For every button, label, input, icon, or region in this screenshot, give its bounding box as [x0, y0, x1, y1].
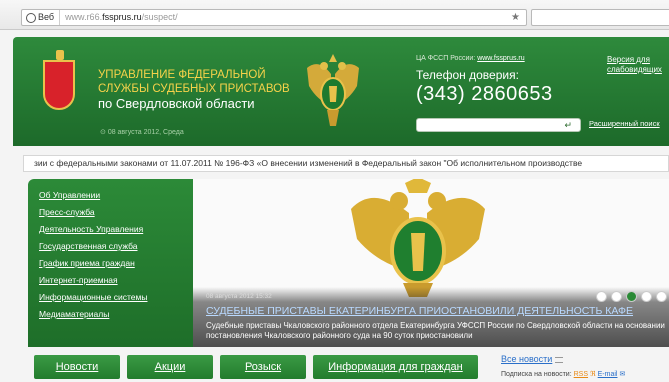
sidebar-item-activity[interactable]: Деятельность Управления	[39, 221, 193, 238]
accessibility-link-line-1: Версия для	[607, 55, 650, 64]
main-content: Об Управлении Пресс-служба Деятельность …	[28, 179, 669, 347]
search-mode-label[interactable]: Веб	[22, 10, 61, 25]
tab-wanted[interactable]: Розыск	[220, 355, 306, 379]
address-bar[interactable]: Веб www.r66.fssprus.ru/suspect/ ★	[21, 9, 527, 26]
subscription-line: Подписка на новости: RSS ℜ E-mail ✉	[501, 370, 625, 378]
hotline-phone: (343) 2860653	[416, 83, 553, 105]
slide-summary: Судебные приставы Чкаловского районного …	[206, 321, 665, 340]
region-crest-icon	[43, 50, 75, 110]
slider-dot-5[interactable]	[656, 291, 667, 302]
org-line-1: УПРАВЛЕНИЕ ФЕДЕРАЛЬНОЙ	[98, 69, 266, 81]
sidebar-menu: Об Управлении Пресс-служба Деятельность …	[28, 179, 193, 347]
slider-dot-2[interactable]	[611, 291, 622, 302]
slider-dot-3[interactable]	[626, 291, 637, 302]
all-news-label: Все новости	[501, 354, 553, 364]
email-link[interactable]: E-mail	[598, 371, 618, 378]
tab-news[interactable]: Новости	[34, 355, 120, 379]
central-office-link[interactable]: www.fssprus.ru	[477, 55, 524, 62]
url-host: fssprus.ru	[102, 12, 142, 22]
sidebar-item-info-systems[interactable]: Информационные системы	[39, 289, 193, 306]
sidebar-item-reception-schedule[interactable]: График приема граждан	[39, 255, 193, 272]
subscribe-label: Подписка на новости:	[501, 371, 572, 378]
sidebar-item-media[interactable]: Медиаматериалы	[39, 306, 193, 323]
tab-citizen-info[interactable]: Информация для граждан	[313, 355, 478, 379]
slide-title-link[interactable]: СУДЕБНЫЕ ПРИСТАВЫ ЕКАТЕРИНБУРГА ПРИОСТАН…	[206, 305, 633, 317]
current-date: ⊙ 08 августа 2012, Среда	[100, 129, 184, 136]
fssp-emblem-icon	[307, 54, 359, 126]
advanced-search-link[interactable]: Расширенный поиск	[589, 119, 660, 128]
accessibility-version-link[interactable]: Версия для слабовидящих	[607, 55, 662, 75]
site-search-input[interactable]: ↵	[416, 118, 581, 132]
sidebar-item-civil-service[interactable]: Государственная служба	[39, 238, 193, 255]
organization-title[interactable]: УПРАВЛЕНИЕ ФЕДЕРАЛЬНОЙ СЛУЖБЫ СУДЕБНЫХ П…	[98, 68, 290, 112]
browser-search-box[interactable]	[531, 9, 669, 26]
news-slider[interactable]: 08 августа 2012 15:32 СУДЕБНЫЕ ПРИСТАВЫ …	[193, 179, 669, 347]
search-submit-icon[interactable]: ↵	[564, 120, 572, 130]
list-icon	[555, 356, 564, 363]
hotline-block: ЦА ФССП России: www.fssprus.ru Телефон д…	[416, 55, 553, 106]
org-line-2: СЛУЖБЫ СУДЕБНЫХ ПРИСТАВОВ	[98, 83, 290, 95]
rss-icon: ℜ	[589, 371, 596, 378]
slide-date: 08 августа 2012 15:32	[206, 293, 272, 300]
slider-dot-4[interactable]	[641, 291, 652, 302]
eagle-emblem-icon	[351, 179, 485, 297]
site-header: УПРАВЛЕНИЕ ФЕДЕРАЛЬНОЙ СЛУЖБЫ СУДЕБНЫХ П…	[13, 37, 669, 146]
sidebar-item-internet-reception[interactable]: Интернет-приемная	[39, 272, 193, 289]
rss-link[interactable]: RSS	[574, 371, 588, 378]
central-office-line: ЦА ФССП России: www.fssprus.ru	[416, 55, 553, 62]
bottom-tabs-bar: Новости Акции Розыск Информация для граж…	[28, 350, 669, 382]
tab-actions[interactable]: Акции	[127, 355, 213, 379]
news-ticker[interactable]: зии с федеральными законами от 11.07.201…	[23, 155, 669, 172]
slider-dot-1[interactable]	[596, 291, 607, 302]
slider-pagination	[596, 291, 667, 302]
url-path: /suspect/	[141, 12, 178, 22]
browser-toolbar: Веб www.r66.fssprus.ru/suspect/ ★	[0, 0, 669, 30]
org-line-3: по Свердловской области	[98, 96, 255, 111]
sidebar-item-press[interactable]: Пресс-служба	[39, 204, 193, 221]
mail-icon: ✉	[619, 371, 626, 378]
current-date-text: 08 августа 2012, Среда	[107, 129, 184, 136]
url-text[interactable]: www.r66.fssprus.ru/suspect/	[60, 12, 178, 22]
all-news-link[interactable]: Все новости	[501, 354, 564, 364]
accessibility-link-line-2: слабовидящих	[607, 65, 662, 74]
bookmark-star-icon[interactable]: ★	[511, 10, 520, 25]
sidebar-item-about[interactable]: Об Управлении	[39, 187, 193, 204]
url-prefix: www.r66.	[65, 12, 103, 22]
hotline-label: Телефон доверия:	[416, 68, 519, 82]
central-office-label: ЦА ФССП России:	[416, 55, 476, 62]
